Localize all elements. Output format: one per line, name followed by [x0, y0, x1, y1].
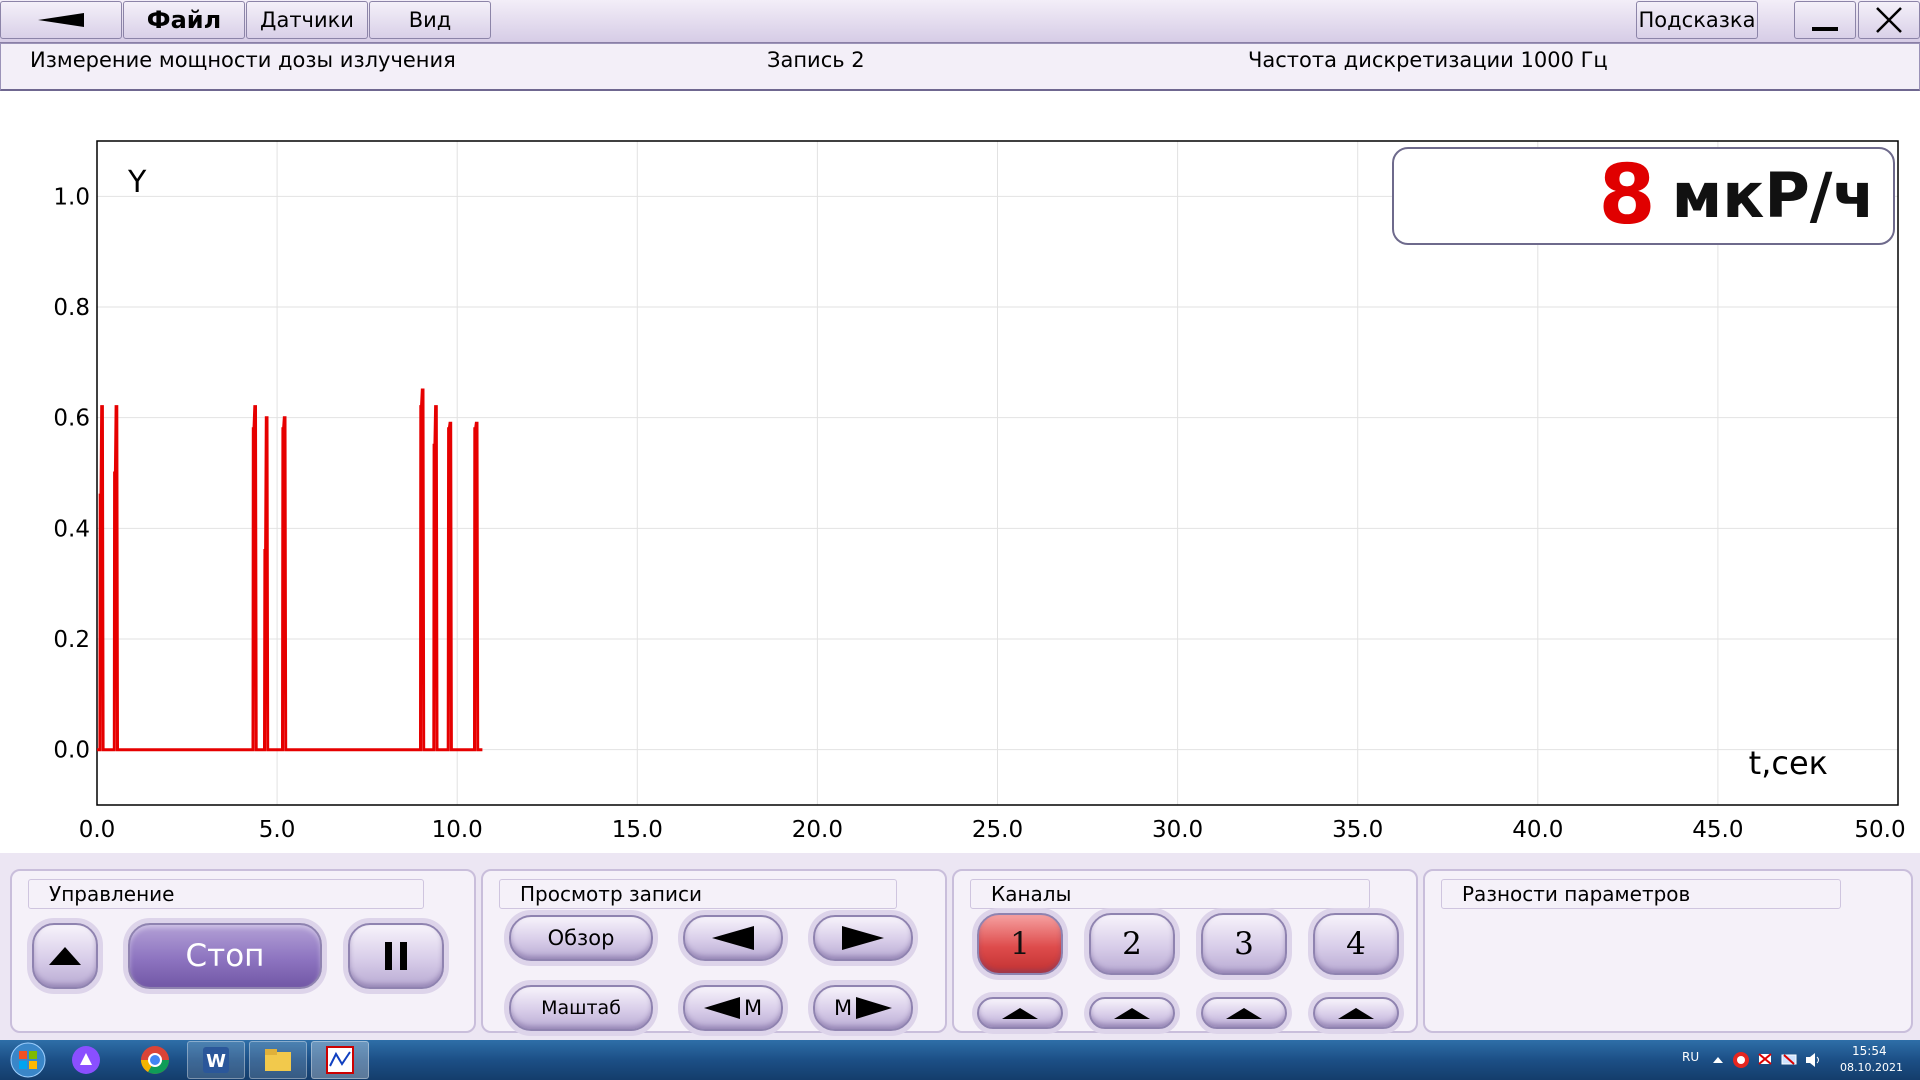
x-axis-label: t,сек — [1749, 744, 1828, 782]
start-button[interactable] — [4, 1041, 52, 1079]
marker-right-button[interactable]: М — [813, 985, 913, 1031]
channels-panel: Каналы 1 2 3 4 — [952, 869, 1418, 1033]
svg-text:W: W — [206, 1051, 226, 1072]
close-icon — [1876, 7, 1902, 33]
channel-4-button[interactable]: 4 — [1313, 913, 1399, 975]
step-right-button[interactable] — [813, 915, 913, 961]
clock-date[interactable]: 08.10.2021 — [1840, 1061, 1903, 1074]
arrow-right-icon — [842, 926, 884, 950]
measure-app[interactable] — [311, 1041, 369, 1079]
measure-app-icon — [326, 1046, 354, 1074]
arrow-left-icon — [703, 997, 740, 1019]
chrome-app[interactable] — [126, 1041, 184, 1079]
word-app[interactable]: W — [187, 1041, 245, 1079]
channel-2-up-button[interactable] — [1089, 997, 1175, 1029]
arrow-left-icon — [38, 13, 84, 27]
diff-panel-title: Разности параметров — [1441, 879, 1841, 909]
step-left-button[interactable] — [683, 915, 783, 961]
diff-panel: Разности параметров — [1423, 869, 1913, 1033]
menu-file[interactable]: Файл — [123, 1, 245, 39]
tray-expand-icon[interactable] — [1712, 1054, 1724, 1066]
x-tick-label: 40.0 — [1512, 817, 1563, 843]
overview-button[interactable]: Обзор — [509, 915, 653, 961]
stop-button[interactable]: Стоп — [128, 923, 322, 989]
volume-icon[interactable] — [1804, 1051, 1822, 1069]
sampling-rate: Частота дискретизации 1000 Гц — [1248, 48, 1608, 72]
channel-1-button[interactable]: 1 — [977, 913, 1063, 975]
y-tick-label: 0.8 — [53, 295, 90, 321]
channel-3-up-button[interactable] — [1201, 997, 1287, 1029]
review-panel-title: Просмотр записи — [499, 879, 897, 909]
series-line — [97, 388, 483, 752]
x-tick-label: 15.0 — [612, 817, 663, 843]
x-tick-label: 10.0 — [432, 817, 483, 843]
control-panel-title: Управление — [28, 879, 424, 909]
x-tick-label: 5.0 — [259, 817, 296, 843]
x-tick-label: 0.0 — [79, 817, 116, 843]
clock-time[interactable]: 15:54 — [1852, 1044, 1887, 1058]
scale-button[interactable]: Маштаб — [509, 985, 653, 1031]
close-button[interactable] — [1858, 1, 1920, 39]
alice-app[interactable] — [62, 1041, 110, 1079]
arrow-up-icon — [1226, 1007, 1262, 1019]
chrome-icon — [141, 1046, 169, 1074]
word-icon: W — [203, 1047, 229, 1073]
hint-button[interactable]: Подсказка — [1636, 1, 1758, 39]
y-axis-label: Y — [127, 165, 147, 200]
channel-2-button[interactable]: 2 — [1089, 913, 1175, 975]
measurement-title: Измерение мощности дозы излучения — [30, 48, 456, 72]
arrow-up-icon — [1002, 1007, 1038, 1019]
x-tick-label: 50.0 — [1854, 817, 1905, 843]
channel-3-button[interactable]: 3 — [1201, 913, 1287, 975]
info-bar: Измерение мощности дозы излучения Запись… — [0, 43, 1920, 91]
pause-button[interactable] — [348, 923, 444, 989]
arrow-left-icon — [712, 926, 754, 950]
x-tick-label: 35.0 — [1332, 817, 1383, 843]
minimize-icon — [1812, 27, 1838, 31]
y-tick-label: 0.4 — [53, 516, 90, 542]
menu-bar: Файл Датчики Вид Подсказка — [0, 0, 1920, 43]
x-tick-label: 45.0 — [1692, 817, 1743, 843]
x-tick-label: 30.0 — [1152, 817, 1203, 843]
yandex-icon[interactable] — [1732, 1051, 1750, 1069]
arrow-up-icon — [1114, 1007, 1150, 1019]
x-tick-label: 25.0 — [972, 817, 1023, 843]
arrow-up-icon — [49, 947, 81, 965]
network-icon[interactable] — [1780, 1051, 1798, 1069]
assistant-icon — [72, 1046, 100, 1074]
y-tick-label: 1.0 — [53, 184, 90, 210]
back-button[interactable] — [0, 1, 122, 39]
control-area: Управление Стоп Просмотр записи Обзор Ма… — [0, 853, 1920, 1040]
pause-icon — [381, 942, 411, 970]
marker-left-button[interactable]: М — [683, 985, 783, 1031]
language-indicator[interactable]: RU — [1682, 1050, 1699, 1064]
channel-1-up-button[interactable] — [977, 997, 1063, 1029]
dose-rate-reading: 8 мкР/ч — [1392, 147, 1895, 245]
x-tick-label: 20.0 — [792, 817, 843, 843]
record-label: Запись 2 — [767, 48, 865, 72]
taskbar: W RU 15:54 08.10.2021 — [0, 1040, 1920, 1080]
y-tick-label: 0.2 — [53, 627, 90, 653]
flag-icon[interactable] — [1756, 1051, 1774, 1069]
channels-panel-title: Каналы — [970, 879, 1370, 909]
review-panel: Просмотр записи Обзор Маштаб М М — [481, 869, 947, 1033]
dose-rate-value: 8 — [1598, 148, 1656, 243]
folder-icon — [265, 1049, 291, 1071]
channel-4-up-button[interactable] — [1313, 997, 1399, 1029]
chart-ticks: 0.0 5.0 10.0 15.0 20.0 25.0 30.0 35.0 40.0 45.0 50… — [53, 184, 1905, 843]
y-tick-label: 0.6 — [53, 406, 90, 432]
windows-logo-icon — [10, 1042, 46, 1078]
dose-rate-unit: мкР/ч — [1671, 159, 1875, 232]
y-tick-label: 0.0 — [53, 738, 90, 764]
explorer-app[interactable] — [249, 1041, 307, 1079]
menu-view[interactable]: Вид — [369, 1, 491, 39]
minimize-button[interactable] — [1794, 1, 1856, 39]
up-button[interactable] — [32, 923, 98, 989]
arrow-up-icon — [1338, 1007, 1374, 1019]
control-panel: Управление Стоп — [10, 869, 476, 1033]
menu-sensors[interactable]: Датчики — [246, 1, 368, 39]
arrow-right-icon — [856, 997, 893, 1019]
